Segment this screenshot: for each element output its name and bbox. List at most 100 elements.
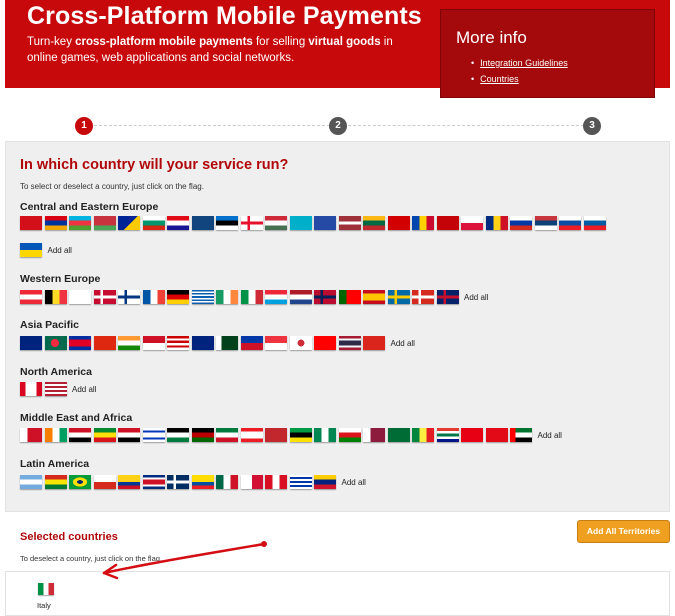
flag-slovenia[interactable] <box>583 216 606 230</box>
add-all-link[interactable]: Add all <box>342 478 366 487</box>
flag-bahrain[interactable] <box>20 428 42 442</box>
flag-belgium[interactable] <box>44 290 67 304</box>
add-all-territories-button[interactable]: Add All Territories <box>577 520 670 543</box>
flag-pakistan[interactable] <box>216 336 238 350</box>
flag-cote-divoire[interactable] <box>44 428 67 442</box>
flag-jordan[interactable] <box>167 428 189 442</box>
flag-thailand[interactable] <box>338 336 361 350</box>
flag-united-states[interactable] <box>44 382 67 396</box>
flag-lebanon[interactable] <box>240 428 263 442</box>
integration-guidelines-link[interactable]: Integration Guidelines <box>480 58 568 68</box>
flag-australia[interactable] <box>20 336 42 350</box>
selected-flag[interactable] <box>38 583 54 595</box>
flag-macedonia[interactable] <box>387 216 410 230</box>
flag-peru[interactable] <box>265 475 287 489</box>
flag-azerbaijan[interactable] <box>69 216 91 230</box>
flag-austria[interactable] <box>20 290 42 304</box>
flag-kenya[interactable] <box>191 428 214 442</box>
flag-senegal[interactable] <box>412 428 434 442</box>
flag-portugal[interactable] <box>338 290 361 304</box>
flag-russia[interactable] <box>510 216 532 230</box>
flag-netherlands[interactable] <box>289 290 312 304</box>
flag-cyprus[interactable] <box>69 290 91 304</box>
flag-egypt[interactable] <box>69 428 91 442</box>
flag-united-arab-emirates[interactable] <box>510 428 532 442</box>
flag-romania[interactable] <box>485 216 508 230</box>
flag-iraq[interactable] <box>118 428 140 442</box>
flag-ethiopia[interactable] <box>93 428 116 442</box>
flag-united-kingdom[interactable] <box>436 290 459 304</box>
flag-mozambique[interactable] <box>289 428 312 442</box>
flag-chile[interactable] <box>93 475 116 489</box>
flag-luxembourg[interactable] <box>265 290 287 304</box>
flag-uruguay[interactable] <box>289 475 312 489</box>
flag-south-africa[interactable] <box>436 428 459 442</box>
flag-cambodia[interactable] <box>69 336 91 350</box>
flag-canada[interactable] <box>20 382 42 396</box>
flag-albania[interactable] <box>20 216 42 230</box>
flag-belarus[interactable] <box>93 216 116 230</box>
flag-dominican-republic[interactable] <box>167 475 189 489</box>
flag-nigeria[interactable] <box>314 428 336 442</box>
flag-singapore[interactable] <box>265 336 287 350</box>
flag-malaysia[interactable] <box>167 336 189 350</box>
flag-latvia[interactable] <box>338 216 361 230</box>
flag-norway[interactable] <box>314 290 336 304</box>
flag-oman[interactable] <box>338 428 361 442</box>
add-all-link[interactable]: Add all <box>538 431 562 440</box>
flag-sweden[interactable] <box>387 290 410 304</box>
flag-saudi-arabia[interactable] <box>387 428 410 442</box>
flag-tunisia[interactable] <box>461 428 483 442</box>
add-all-link[interactable]: Add all <box>48 246 72 255</box>
flag-taiwan[interactable] <box>314 336 336 350</box>
flag-venezuela[interactable] <box>314 475 336 489</box>
flag-bulgaria[interactable] <box>142 216 165 230</box>
flag-spain[interactable] <box>363 290 385 304</box>
flag-bolivia[interactable] <box>44 475 67 489</box>
flag-vietnam[interactable] <box>363 336 385 350</box>
flag-kazakhstan[interactable] <box>289 216 312 230</box>
flag-bosnia-herzegovina[interactable] <box>118 216 140 230</box>
add-all-link[interactable]: Add all <box>72 385 96 394</box>
flag-new-zealand[interactable] <box>191 336 214 350</box>
flag-kuwait[interactable] <box>216 428 238 442</box>
more-info-link-item[interactable]: Countries <box>471 71 568 87</box>
flag-czech-republic[interactable] <box>191 216 214 230</box>
flag-indonesia[interactable] <box>142 336 165 350</box>
flag-moldova[interactable] <box>412 216 434 230</box>
flag-slovakia[interactable] <box>559 216 581 230</box>
flag-costa-rica[interactable] <box>142 475 165 489</box>
flag-italy[interactable] <box>240 290 263 304</box>
flag-germany[interactable] <box>167 290 189 304</box>
flag-croatia[interactable] <box>167 216 189 230</box>
flag-denmark[interactable] <box>93 290 116 304</box>
add-all-link[interactable]: Add all <box>464 293 488 302</box>
flag-kosovo[interactable] <box>314 216 336 230</box>
flag-france[interactable] <box>142 290 165 304</box>
flag-finland[interactable] <box>118 290 140 304</box>
countries-link[interactable]: Countries <box>480 74 519 84</box>
flag-serbia[interactable] <box>534 216 557 230</box>
flag-hong-kong[interactable] <box>93 336 116 350</box>
flag-turkey[interactable] <box>485 428 508 442</box>
flag-switzerland[interactable] <box>412 290 434 304</box>
flag-colombia[interactable] <box>118 475 140 489</box>
flag-armenia[interactable] <box>44 216 67 230</box>
flag-bangladesh[interactable] <box>44 336 67 350</box>
flag-panama[interactable] <box>240 475 263 489</box>
flag-ecuador[interactable] <box>191 475 214 489</box>
flag-greece[interactable] <box>191 290 214 304</box>
add-all-link[interactable]: Add all <box>391 339 415 348</box>
flag-morocco[interactable] <box>265 428 287 442</box>
flag-philippines[interactable] <box>240 336 263 350</box>
flag-argentina[interactable] <box>20 475 42 489</box>
flag-india[interactable] <box>118 336 140 350</box>
flag-georgia[interactable] <box>240 216 263 230</box>
flag-israel[interactable] <box>142 428 165 442</box>
more-info-link-item[interactable]: Integration Guidelines <box>471 55 568 71</box>
flag-qatar[interactable] <box>363 428 385 442</box>
flag-hungary[interactable] <box>265 216 287 230</box>
flag-brazil[interactable] <box>69 475 91 489</box>
flag-ireland[interactable] <box>216 290 238 304</box>
flag-estonia[interactable] <box>216 216 238 230</box>
